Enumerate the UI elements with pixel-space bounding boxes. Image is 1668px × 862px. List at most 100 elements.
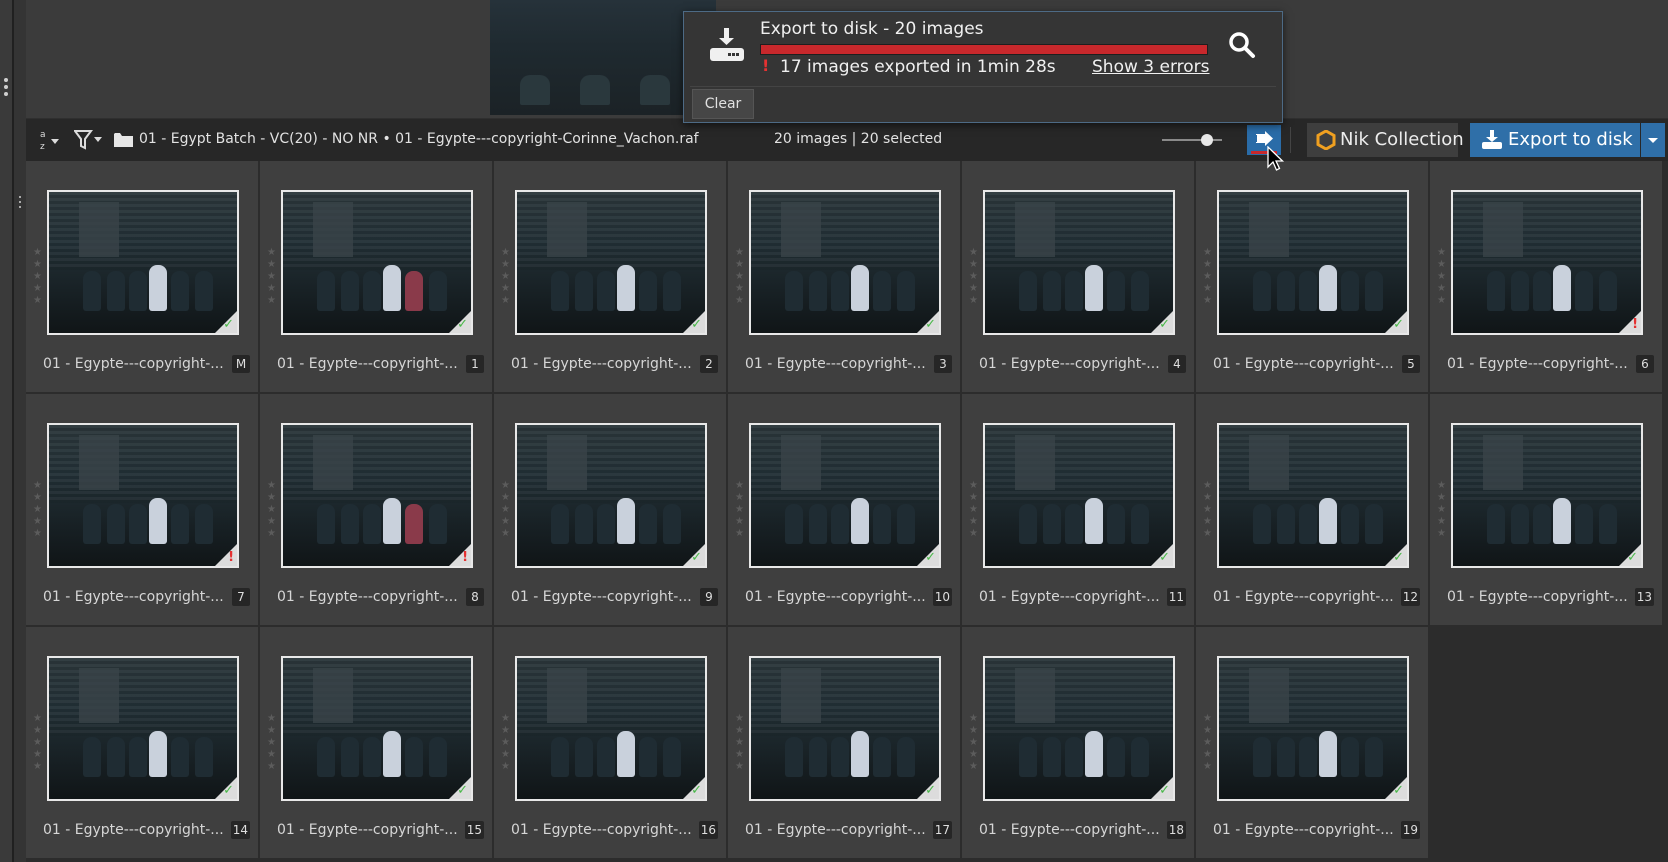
star-icon[interactable]: ★ bbox=[969, 516, 979, 528]
rating-stars[interactable]: ★ ★ ★ ★ ★ bbox=[735, 247, 745, 307]
thumbnail-cell[interactable]: ★ ★ ★ ★ ★ ✓ 01 - Egypte---copyright-... 13 bbox=[1430, 394, 1662, 625]
rating-stars[interactable]: ★ ★ ★ ★ ★ bbox=[501, 480, 511, 540]
star-icon[interactable]: ★ bbox=[735, 737, 745, 749]
star-icon[interactable]: ★ bbox=[33, 271, 43, 283]
star-icon[interactable]: ★ bbox=[1203, 737, 1213, 749]
star-icon[interactable]: ★ bbox=[33, 283, 43, 295]
star-icon[interactable]: ★ bbox=[1437, 492, 1447, 504]
star-icon[interactable]: ★ bbox=[1203, 259, 1213, 271]
star-icon[interactable]: ★ bbox=[1203, 528, 1213, 540]
star-icon[interactable]: ★ bbox=[1203, 713, 1213, 725]
thumbnail-image[interactable]: ✓ bbox=[515, 423, 707, 568]
star-icon[interactable]: ★ bbox=[969, 761, 979, 773]
thumbnail-image[interactable]: ✓ bbox=[983, 423, 1175, 568]
star-icon[interactable]: ★ bbox=[735, 480, 745, 492]
thumbnail-image[interactable]: ✓ bbox=[281, 656, 473, 801]
rating-stars[interactable]: ★ ★ ★ ★ ★ bbox=[267, 713, 277, 773]
thumbnail-image[interactable]: ✓ bbox=[749, 656, 941, 801]
thumbnail-cell[interactable]: ★ ★ ★ ★ ★ ✓ 01 - Egypte---copyright-... 9 bbox=[494, 394, 726, 625]
star-icon[interactable]: ★ bbox=[501, 480, 511, 492]
rating-stars[interactable]: ★ ★ ★ ★ ★ bbox=[501, 713, 511, 773]
rating-stars[interactable]: ★ ★ ★ ★ ★ bbox=[1437, 247, 1447, 307]
star-icon[interactable]: ★ bbox=[267, 528, 277, 540]
star-icon[interactable]: ★ bbox=[267, 247, 277, 259]
star-icon[interactable]: ★ bbox=[1203, 761, 1213, 773]
filter-icon[interactable] bbox=[73, 129, 104, 151]
star-icon[interactable]: ★ bbox=[969, 271, 979, 283]
thumbnail-image[interactable]: ✓ bbox=[983, 190, 1175, 335]
star-icon[interactable]: ★ bbox=[267, 761, 277, 773]
star-icon[interactable]: ★ bbox=[735, 247, 745, 259]
rating-stars[interactable]: ★ ★ ★ ★ ★ bbox=[969, 713, 979, 773]
sort-az-icon[interactable]: a z bbox=[38, 127, 64, 153]
star-icon[interactable]: ★ bbox=[969, 504, 979, 516]
rating-stars[interactable]: ★ ★ ★ ★ ★ bbox=[1203, 713, 1213, 773]
star-icon[interactable]: ★ bbox=[969, 492, 979, 504]
thumbnail-image[interactable]: ✓ bbox=[749, 423, 941, 568]
star-icon[interactable]: ★ bbox=[33, 504, 43, 516]
star-icon[interactable]: ★ bbox=[501, 761, 511, 773]
star-icon[interactable]: ★ bbox=[969, 749, 979, 761]
star-icon[interactable]: ★ bbox=[969, 283, 979, 295]
panel-handle-icon[interactable] bbox=[4, 78, 8, 99]
star-icon[interactable]: ★ bbox=[969, 713, 979, 725]
star-icon[interactable]: ★ bbox=[267, 259, 277, 271]
thumbnail-image[interactable]: ! bbox=[47, 423, 239, 568]
thumbnail-cell[interactable]: ★ ★ ★ ★ ★ ✓ 01 - Egypte---copyright-... 18 bbox=[962, 627, 1194, 858]
star-icon[interactable]: ★ bbox=[33, 516, 43, 528]
star-icon[interactable]: ★ bbox=[1437, 528, 1447, 540]
star-icon[interactable]: ★ bbox=[501, 713, 511, 725]
thumbnail-cell[interactable]: ★ ★ ★ ★ ★! 01 - Egypte---copyright-... 6 bbox=[1430, 161, 1662, 392]
star-icon[interactable]: ★ bbox=[33, 480, 43, 492]
star-icon[interactable]: ★ bbox=[501, 492, 511, 504]
star-icon[interactable]: ★ bbox=[1203, 492, 1213, 504]
star-icon[interactable]: ★ bbox=[735, 749, 745, 761]
thumbnail-cell[interactable]: ★ ★ ★ ★ ★ ✓ 01 - Egypte---copyright-... 3 bbox=[728, 161, 960, 392]
thumbnail-cell[interactable]: ★ ★ ★ ★ ★ ✓ 01 - Egypte---copyright-... 16 bbox=[494, 627, 726, 858]
thumbnail-cell[interactable]: ★ ★ ★ ★ ★ ✓ 01 - Egypte---copyright-... 4 bbox=[962, 161, 1194, 392]
clear-button[interactable]: Clear bbox=[692, 89, 754, 119]
star-icon[interactable]: ★ bbox=[735, 259, 745, 271]
star-icon[interactable]: ★ bbox=[501, 528, 511, 540]
star-icon[interactable]: ★ bbox=[735, 713, 745, 725]
star-icon[interactable]: ★ bbox=[33, 749, 43, 761]
star-icon[interactable]: ★ bbox=[33, 737, 43, 749]
star-icon[interactable]: ★ bbox=[1437, 271, 1447, 283]
thumbnail-image[interactable]: ✓ bbox=[1217, 656, 1409, 801]
star-icon[interactable]: ★ bbox=[1437, 283, 1447, 295]
star-icon[interactable]: ★ bbox=[501, 749, 511, 761]
panel-resize-handle[interactable] bbox=[14, 0, 26, 862]
thumbnail-size-slider[interactable] bbox=[1162, 134, 1222, 146]
star-icon[interactable]: ★ bbox=[267, 749, 277, 761]
slider-knob[interactable] bbox=[1201, 134, 1213, 146]
star-icon[interactable]: ★ bbox=[1437, 247, 1447, 259]
star-icon[interactable]: ★ bbox=[501, 271, 511, 283]
thumbnail-image[interactable]: ✓ bbox=[515, 190, 707, 335]
star-icon[interactable]: ★ bbox=[735, 528, 745, 540]
star-icon[interactable]: ★ bbox=[501, 516, 511, 528]
thumbnail-image[interactable]: ✓ bbox=[281, 190, 473, 335]
star-icon[interactable]: ★ bbox=[267, 725, 277, 737]
star-icon[interactable]: ★ bbox=[735, 283, 745, 295]
star-icon[interactable]: ★ bbox=[1437, 504, 1447, 516]
star-icon[interactable]: ★ bbox=[267, 283, 277, 295]
star-icon[interactable]: ★ bbox=[969, 528, 979, 540]
star-icon[interactable]: ★ bbox=[267, 713, 277, 725]
star-icon[interactable]: ★ bbox=[969, 725, 979, 737]
thumbnail-cell[interactable]: ★ ★ ★ ★ ★! 01 - Egypte---copyright-... 7 bbox=[26, 394, 258, 625]
rating-stars[interactable]: ★ ★ ★ ★ ★ bbox=[33, 480, 43, 540]
star-icon[interactable]: ★ bbox=[735, 516, 745, 528]
star-icon[interactable]: ★ bbox=[33, 295, 43, 307]
thumbnail-cell[interactable]: ★ ★ ★ ★ ★ ✓ 01 - Egypte---copyright-... 1 bbox=[260, 161, 492, 392]
rating-stars[interactable]: ★ ★ ★ ★ ★ bbox=[1203, 247, 1213, 307]
star-icon[interactable]: ★ bbox=[1203, 283, 1213, 295]
thumbnail-image[interactable]: ✓ bbox=[47, 656, 239, 801]
star-icon[interactable]: ★ bbox=[969, 295, 979, 307]
star-icon[interactable]: ★ bbox=[267, 504, 277, 516]
rating-stars[interactable]: ★ ★ ★ ★ ★ bbox=[501, 247, 511, 307]
thumbnail-image[interactable]: ✓ bbox=[983, 656, 1175, 801]
star-icon[interactable]: ★ bbox=[267, 492, 277, 504]
star-icon[interactable]: ★ bbox=[1203, 504, 1213, 516]
star-icon[interactable]: ★ bbox=[735, 295, 745, 307]
thumbnail-cell[interactable]: ★ ★ ★ ★ ★! 01 - Egypte---copyright-... 8 bbox=[260, 394, 492, 625]
